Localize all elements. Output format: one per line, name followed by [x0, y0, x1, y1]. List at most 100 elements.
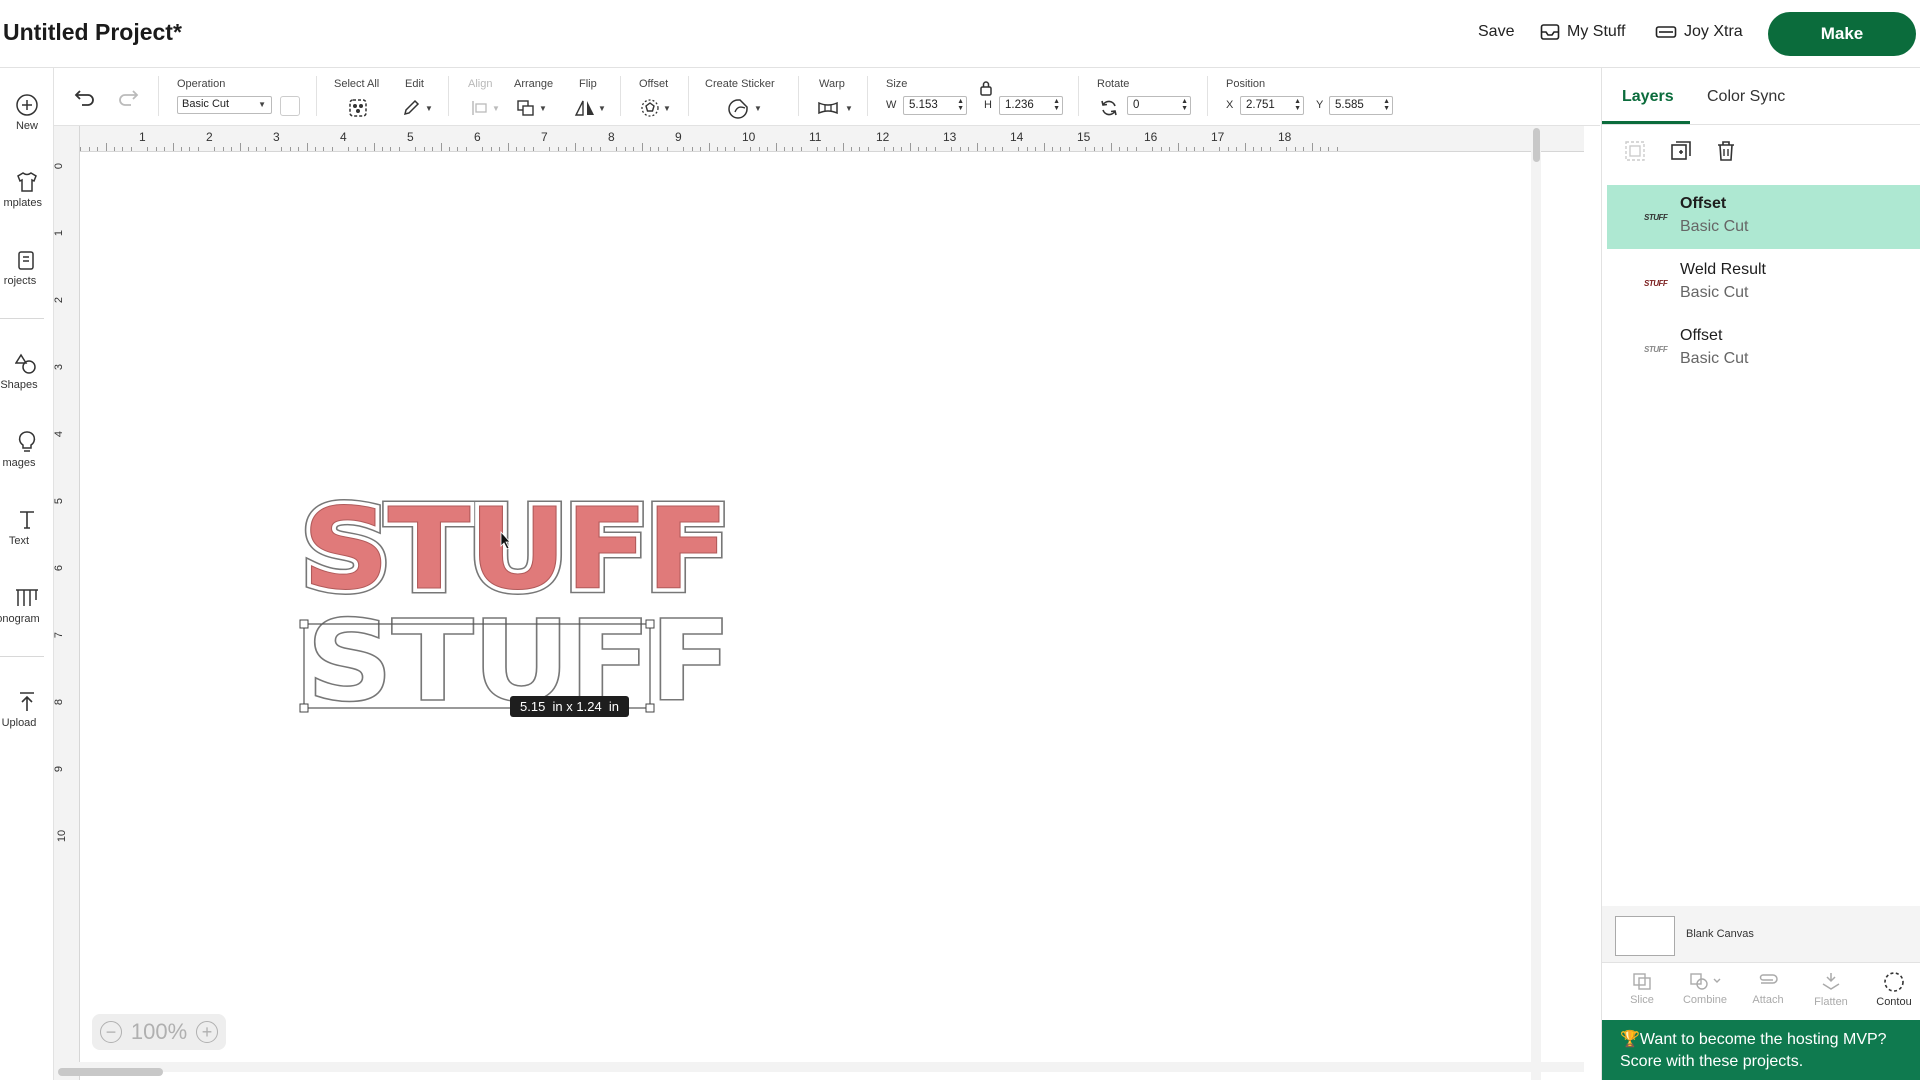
layer-name: Weld Result [1680, 261, 1766, 278]
sidebar-label-text: Text [8, 535, 30, 547]
flatten-button[interactable]: Flatten [1801, 971, 1861, 1008]
promo-banner[interactable]: 🏆Want to become the hosting MVP? Score w… [1602, 1020, 1920, 1080]
vertical-scrollbar-thumb[interactable] [1533, 128, 1540, 162]
toolbar-divider [867, 76, 868, 116]
my-stuff-button[interactable]: My Stuff [1540, 23, 1625, 41]
rotate-input[interactable]: 0 ▲ ▼ [1127, 96, 1191, 115]
tab-color-sync[interactable]: Color Sync [1707, 88, 1785, 106]
resize-handle-top-right[interactable] [645, 619, 655, 629]
toolbar-divider [688, 76, 689, 116]
combine-button[interactable]: Combine [1675, 971, 1735, 1006]
operation-select[interactable]: Basic Cut ▼ [177, 96, 272, 114]
flip-group[interactable]: Flip [579, 78, 597, 90]
zoom-in-button[interactable]: + [196, 1021, 218, 1043]
trash-icon[interactable] [1715, 140, 1737, 162]
resize-handle-bottom-right[interactable] [645, 703, 655, 713]
arrange-icon[interactable] [516, 99, 536, 117]
blank-canvas-row[interactable]: Blank Canvas [1602, 906, 1920, 962]
sidebar-label-new: New [15, 120, 38, 132]
caret-down-icon: ▼ [663, 104, 671, 113]
horizontal-scrollbar[interactable] [54, 1062, 1584, 1072]
horizontal-scrollbar-thumb[interactable] [58, 1068, 163, 1076]
stepper-arrows-icon[interactable]: ▲ ▼ [1053, 98, 1060, 112]
stepper-arrows-icon[interactable]: ▲ ▼ [957, 98, 964, 112]
edit-group[interactable]: Edit [405, 78, 424, 90]
attach-button[interactable]: Attach [1738, 971, 1798, 1006]
pencil-icon[interactable] [402, 99, 422, 117]
sidebar-item-images[interactable]: mages [0, 430, 54, 469]
project-title[interactable]: Untitled Project* [3, 19, 182, 46]
toolbar-divider [620, 76, 621, 116]
text-icon [20, 511, 34, 529]
select-all-group[interactable]: Select All [334, 78, 379, 90]
save-button[interactable]: Save [1478, 23, 1514, 41]
sidebar-item-text[interactable]: Text [0, 508, 54, 547]
rotate-icon[interactable] [1099, 98, 1119, 118]
sidebar-item-monogram[interactable]: onogram [0, 586, 54, 625]
vertical-scrollbar[interactable] [1531, 126, 1541, 1080]
redo-icon[interactable] [117, 88, 139, 106]
warp-group[interactable]: Warp [819, 78, 845, 90]
operation-group: Operation [177, 78, 225, 90]
design-text-weld[interactable]: STUFF [302, 485, 730, 616]
toolbar-divider [1078, 76, 1079, 116]
make-button[interactable]: Make [1768, 12, 1916, 56]
rotate-group: Rotate [1097, 78, 1129, 90]
flip-icon[interactable] [574, 98, 596, 118]
y-position-input[interactable]: 5.585 ▲ ▼ [1329, 96, 1393, 115]
sidebar-item-new[interactable]: New [0, 93, 54, 132]
shapes-icon [15, 353, 36, 374]
zoom-out-button[interactable]: − [100, 1021, 122, 1043]
contour-button[interactable]: Contou [1864, 971, 1920, 1008]
group-icon[interactable] [1624, 140, 1646, 162]
design-canvas[interactable]: 0123456789101112131415161718 01234567891… [54, 126, 1584, 1080]
layer-row[interactable]: STUFF Offset Basic Cut [1607, 317, 1920, 381]
sidebar-item-templates[interactable]: mplates [0, 170, 54, 209]
layer-thumbnail: STUFF [1644, 279, 1668, 288]
width-input[interactable]: 5.153 ▲ ▼ [903, 96, 967, 115]
toolbar-divider [1207, 76, 1208, 116]
layer-name: Offset [1680, 195, 1727, 212]
height-input[interactable]: 1.236 ▲ ▼ [999, 96, 1063, 115]
offset-group[interactable]: Offset [639, 78, 668, 90]
x-position-input[interactable]: 2.751 ▲ ▼ [1240, 96, 1304, 115]
flatten-label: Flatten [1814, 996, 1848, 1008]
material-color-swatch[interactable] [280, 96, 300, 116]
position-label: Position [1226, 78, 1266, 90]
select-all-icon[interactable] [348, 98, 368, 118]
resize-handle-top-left[interactable] [299, 619, 309, 629]
layer-name: Offset [1680, 327, 1723, 344]
sidebar-item-upload[interactable]: Upload [0, 690, 54, 729]
stepper-arrows-icon[interactable]: ▲ ▼ [1181, 98, 1188, 112]
lock-icon[interactable] [979, 80, 993, 96]
align-left-icon[interactable] [470, 99, 490, 117]
sidebar-item-shapes[interactable]: Shapes [0, 352, 54, 391]
size-group: Size [886, 78, 907, 90]
create-sticker-group[interactable]: Create Sticker [705, 78, 775, 90]
resize-handle-bottom-left[interactable] [299, 703, 309, 713]
duplicate-icon[interactable] [1670, 140, 1692, 162]
layer-row[interactable]: STUFF Offset Basic Cut [1607, 185, 1920, 249]
layer-thumbnail: STUFF [1644, 345, 1668, 354]
stepper-arrows-icon[interactable]: ▲ ▼ [1294, 98, 1301, 112]
arrange-group[interactable]: Arrange [514, 78, 553, 90]
caret-down-icon: ▼ [425, 104, 433, 113]
warp-icon[interactable] [817, 100, 839, 116]
width-value: 5.153 [909, 99, 938, 111]
size-label: Size [886, 78, 908, 90]
machine-selector[interactable]: Joy Xtra [1655, 23, 1743, 41]
align-group[interactable]: Align [468, 78, 492, 90]
slice-button[interactable]: Slice [1612, 971, 1672, 1006]
stepper-arrows-icon[interactable]: ▲ ▼ [1383, 98, 1390, 112]
layer-row[interactable]: STUFF Weld Result Basic Cut [1607, 251, 1920, 315]
cutting-machine-icon [1655, 26, 1677, 38]
tab-layers[interactable]: Layers [1622, 88, 1674, 106]
x-label: X [1226, 99, 1234, 111]
sticker-icon[interactable] [727, 98, 749, 120]
position-group: Position [1226, 78, 1265, 90]
undo-icon[interactable] [74, 88, 96, 106]
sidebar-label-images: mages [2, 457, 36, 469]
design-artwork[interactable]: .stuff-top { font-family: "DejaVu Sans",… [54, 126, 1584, 1080]
sidebar-item-projects[interactable]: rojects [0, 248, 54, 287]
offset-icon[interactable] [640, 98, 660, 118]
